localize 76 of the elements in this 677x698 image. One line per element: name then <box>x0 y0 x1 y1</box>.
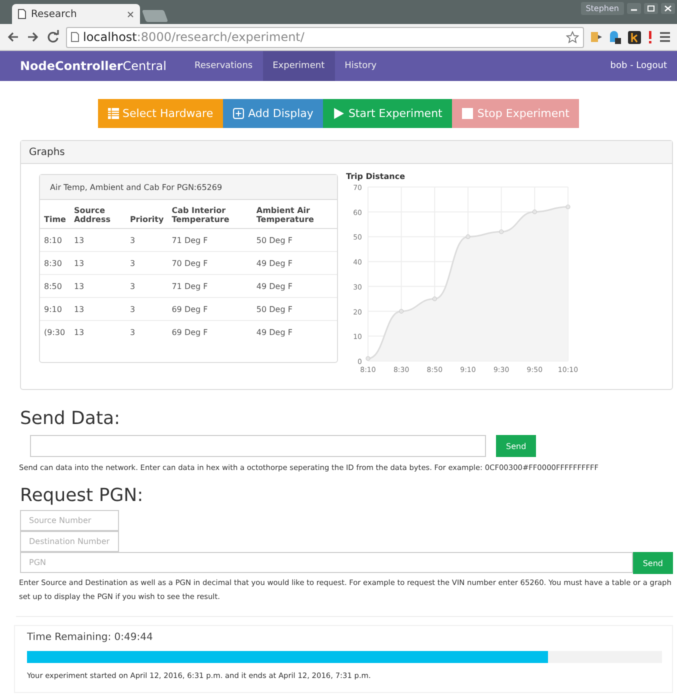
address-bar[interactable]: localhost:8000/research/experiment/ <box>66 26 584 48</box>
browser-tab[interactable]: Research <box>12 4 140 24</box>
table-cell: 49 Deg F <box>252 252 337 274</box>
table-cell: 13 <box>70 228 126 252</box>
number-field[interactable]: Destination Number <box>20 531 119 552</box>
point <box>466 234 470 240</box>
extension-icon[interactable] <box>590 30 602 44</box>
start-button[interactable]: Start Experiment <box>323 99 452 128</box>
table-title: Air Temp, Ambient and Cab For PGN:65269 <box>50 182 222 192</box>
ghost-icon[interactable] <box>608 30 622 44</box>
point <box>532 210 537 214</box>
send-button[interactable]: Send <box>632 552 673 574</box>
brand-logo[interactable]: NodeControllerCentral <box>20 51 166 81</box>
page-icon <box>71 32 79 42</box>
table-cell: (9:30 <box>40 320 70 343</box>
page-icon <box>18 9 26 19</box>
table-cell: 3 <box>126 274 168 298</box>
logout-link[interactable]: bob - Logout <box>610 51 667 81</box>
table-cell: 49 Deg F <box>252 274 337 298</box>
column-header: Cab Interior Temperature <box>168 200 252 228</box>
nav-link[interactable]: History <box>334 51 387 81</box>
table-cell: 3 <box>126 228 168 252</box>
point <box>432 296 437 302</box>
menu-icon[interactable] <box>659 31 671 43</box>
table-cell: 69 Deg F <box>168 298 252 320</box>
time-remaining: Time Remaining: 0:49:44 <box>27 632 154 643</box>
plus-icon <box>233 108 244 119</box>
table-cell: 8:30 <box>40 252 70 274</box>
column-header: Time <box>40 200 70 228</box>
point <box>366 356 370 361</box>
url-text: localhost:8000/research/experiment/ <box>83 30 306 44</box>
table-cell: 3 <box>126 252 168 274</box>
point <box>566 204 570 210</box>
table-cell: 13 <box>70 274 126 298</box>
table-cell: 13 <box>70 320 126 343</box>
can-data-field[interactable] <box>30 435 486 457</box>
column-header: Priority <box>126 200 168 228</box>
table-cell: 8:10 <box>40 228 70 252</box>
pgn-field[interactable]: PGN <box>20 552 633 573</box>
column-header: Ambient Air Temperature <box>252 200 337 228</box>
table-cell: 9:10 <box>40 298 70 320</box>
back-arrow-icon[interactable] <box>6 30 20 44</box>
nav-link[interactable]: Reservations <box>184 51 263 81</box>
stop-icon <box>462 108 474 119</box>
table-cell: 3 <box>126 298 168 320</box>
table-cell: 49 Deg F <box>252 320 337 343</box>
section-heading: Send Data: <box>20 408 122 429</box>
column-header: Source Address <box>70 200 126 228</box>
point <box>399 308 404 314</box>
close-icon[interactable] <box>127 10 134 18</box>
send-button[interactable]: Send <box>496 435 536 457</box>
section-heading: Request PGN: <box>20 485 144 506</box>
table-cell: 50 Deg F <box>252 298 337 320</box>
table-cell: 70 Deg F <box>168 252 252 274</box>
table-cell: 13 <box>70 298 126 320</box>
table-cell: 8:50 <box>40 274 70 298</box>
table-cell: 71 Deg F <box>168 228 252 252</box>
table-cell: 3 <box>126 320 168 343</box>
table-cell: 50 Deg F <box>252 228 337 252</box>
list-icon <box>108 108 119 119</box>
table-cell: 69 Deg F <box>168 320 252 343</box>
table-cell: 13 <box>70 252 126 274</box>
number-field[interactable]: Source Number <box>20 510 119 531</box>
forward-arrow-icon[interactable] <box>26 30 40 44</box>
add-button[interactable]: Add Display <box>223 99 324 128</box>
alert-icon[interactable] <box>647 30 653 44</box>
extension-icon[interactable] <box>628 30 641 44</box>
nav-link[interactable]: Experiment <box>262 51 335 81</box>
chart-title: Trip Distance <box>346 172 406 181</box>
star-icon[interactable] <box>566 30 579 44</box>
point <box>499 229 504 234</box>
panel-title: Graphs <box>29 146 65 158</box>
profile-button[interactable]: Stephen <box>580 2 624 15</box>
table-cell: 71 Deg F <box>168 274 252 298</box>
play-icon <box>333 108 344 119</box>
reload-icon[interactable] <box>46 30 60 44</box>
